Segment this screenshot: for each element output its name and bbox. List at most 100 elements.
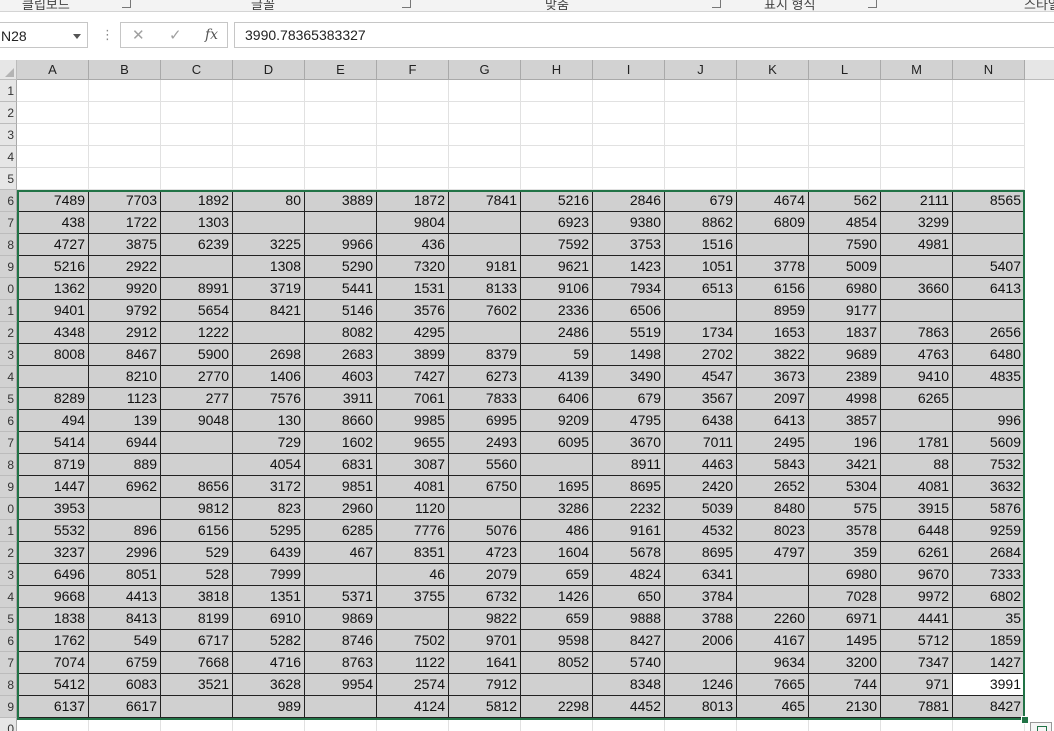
cell-f5[interactable] — [377, 168, 449, 190]
row-header-24[interactable]: 4 — [0, 586, 17, 608]
cell-b6[interactable]: 7703 — [89, 190, 161, 212]
cell-g18[interactable]: 5560 — [449, 454, 521, 476]
cell-k16[interactable]: 6413 — [737, 410, 809, 432]
column-header-m[interactable]: M — [881, 60, 953, 80]
cell-k20[interactable]: 8480 — [737, 498, 809, 520]
column-header-f[interactable]: F — [377, 60, 449, 80]
cell-g9[interactable]: 9181 — [449, 256, 521, 278]
cell-m16[interactable] — [881, 410, 953, 432]
cell-h24[interactable]: 1426 — [521, 586, 593, 608]
select-all-corner[interactable] — [0, 60, 17, 80]
cell-c20[interactable]: 9812 — [161, 498, 233, 520]
cell-i21[interactable]: 9161 — [593, 520, 665, 542]
cell-l25[interactable]: 6971 — [809, 608, 881, 630]
cell-a16[interactable]: 494 — [17, 410, 89, 432]
cell-l3[interactable] — [809, 124, 881, 146]
cell-j7[interactable]: 8862 — [665, 212, 737, 234]
cell-m4[interactable] — [881, 146, 953, 168]
cell-m5[interactable] — [881, 168, 953, 190]
cell-i14[interactable]: 3490 — [593, 366, 665, 388]
cell-d14[interactable]: 1406 — [233, 366, 305, 388]
cell-h4[interactable] — [521, 146, 593, 168]
cell-d12[interactable] — [233, 322, 305, 344]
cell-b13[interactable]: 8467 — [89, 344, 161, 366]
cell-d7[interactable] — [233, 212, 305, 234]
cell-e3[interactable] — [305, 124, 377, 146]
cell-i27[interactable]: 5740 — [593, 652, 665, 674]
column-header-a[interactable]: A — [17, 60, 89, 80]
cell-j20[interactable]: 5039 — [665, 498, 737, 520]
cell-a22[interactable]: 3237 — [17, 542, 89, 564]
cell-a9[interactable]: 5216 — [17, 256, 89, 278]
row-header-30[interactable]: 0 — [0, 718, 17, 731]
row-header-5[interactable]: 5 — [0, 168, 17, 190]
cell-c15[interactable]: 277 — [161, 388, 233, 410]
cell-j27[interactable] — [665, 652, 737, 674]
cell-k17[interactable]: 2495 — [737, 432, 809, 454]
cell-k28[interactable]: 7665 — [737, 674, 809, 696]
cell-e6[interactable]: 3889 — [305, 190, 377, 212]
cell-g6[interactable]: 7841 — [449, 190, 521, 212]
cell-f13[interactable]: 3899 — [377, 344, 449, 366]
cell-g10[interactable]: 8133 — [449, 278, 521, 300]
cell-g7[interactable] — [449, 212, 521, 234]
cell-h9[interactable]: 9621 — [521, 256, 593, 278]
cell-a17[interactable]: 5414 — [17, 432, 89, 454]
cell-n10[interactable]: 6413 — [953, 278, 1025, 300]
cell-c22[interactable]: 529 — [161, 542, 233, 564]
cell-j18[interactable]: 4463 — [665, 454, 737, 476]
column-header-d[interactable]: D — [233, 60, 305, 80]
cell-k22[interactable]: 4797 — [737, 542, 809, 564]
cell-m11[interactable] — [881, 300, 953, 322]
cell-c3[interactable] — [161, 124, 233, 146]
cell-f12[interactable]: 4295 — [377, 322, 449, 344]
cell-h5[interactable] — [521, 168, 593, 190]
cell-f14[interactable]: 7427 — [377, 366, 449, 388]
cell-m23[interactable]: 9670 — [881, 564, 953, 586]
cell-h13[interactable]: 59 — [521, 344, 593, 366]
cell-b19[interactable]: 6962 — [89, 476, 161, 498]
cell-f15[interactable]: 7061 — [377, 388, 449, 410]
row-header-13[interactable]: 3 — [0, 344, 17, 366]
row-header-3[interactable]: 3 — [0, 124, 17, 146]
cell-h20[interactable]: 3286 — [521, 498, 593, 520]
cell-f24[interactable]: 3755 — [377, 586, 449, 608]
cell-e30[interactable] — [305, 718, 377, 731]
cell-l20[interactable]: 575 — [809, 498, 881, 520]
cell-c12[interactable]: 1222 — [161, 322, 233, 344]
cell-a2[interactable] — [17, 102, 89, 124]
cell-i10[interactable]: 7934 — [593, 278, 665, 300]
cell-e22[interactable]: 467 — [305, 542, 377, 564]
cell-a7[interactable]: 438 — [17, 212, 89, 234]
cell-i29[interactable]: 4452 — [593, 696, 665, 718]
cell-e13[interactable]: 2683 — [305, 344, 377, 366]
cell-k5[interactable] — [737, 168, 809, 190]
cell-e26[interactable]: 8746 — [305, 630, 377, 652]
cell-h10[interactable]: 9106 — [521, 278, 593, 300]
cell-c25[interactable]: 8199 — [161, 608, 233, 630]
cell-c7[interactable]: 1303 — [161, 212, 233, 234]
cell-a29[interactable]: 6137 — [17, 696, 89, 718]
cell-c6[interactable]: 1892 — [161, 190, 233, 212]
cell-d22[interactable]: 6439 — [233, 542, 305, 564]
cell-e2[interactable] — [305, 102, 377, 124]
cell-n16[interactable]: 996 — [953, 410, 1025, 432]
cell-j24[interactable]: 3784 — [665, 586, 737, 608]
cell-b20[interactable] — [89, 498, 161, 520]
cell-a11[interactable]: 9401 — [17, 300, 89, 322]
cell-h21[interactable]: 486 — [521, 520, 593, 542]
row-header-29[interactable]: 9 — [0, 696, 17, 718]
cell-e29[interactable] — [305, 696, 377, 718]
cell-f6[interactable]: 1872 — [377, 190, 449, 212]
cell-c1[interactable] — [161, 80, 233, 102]
cell-l21[interactable]: 3578 — [809, 520, 881, 542]
cell-l16[interactable]: 3857 — [809, 410, 881, 432]
cell-d29[interactable]: 989 — [233, 696, 305, 718]
cell-j19[interactable]: 2420 — [665, 476, 737, 498]
cell-f28[interactable]: 2574 — [377, 674, 449, 696]
cell-h29[interactable]: 2298 — [521, 696, 593, 718]
row-header-16[interactable]: 6 — [0, 410, 17, 432]
cell-a12[interactable]: 4348 — [17, 322, 89, 344]
cell-j29[interactable]: 8013 — [665, 696, 737, 718]
cell-n27[interactable]: 1427 — [953, 652, 1025, 674]
